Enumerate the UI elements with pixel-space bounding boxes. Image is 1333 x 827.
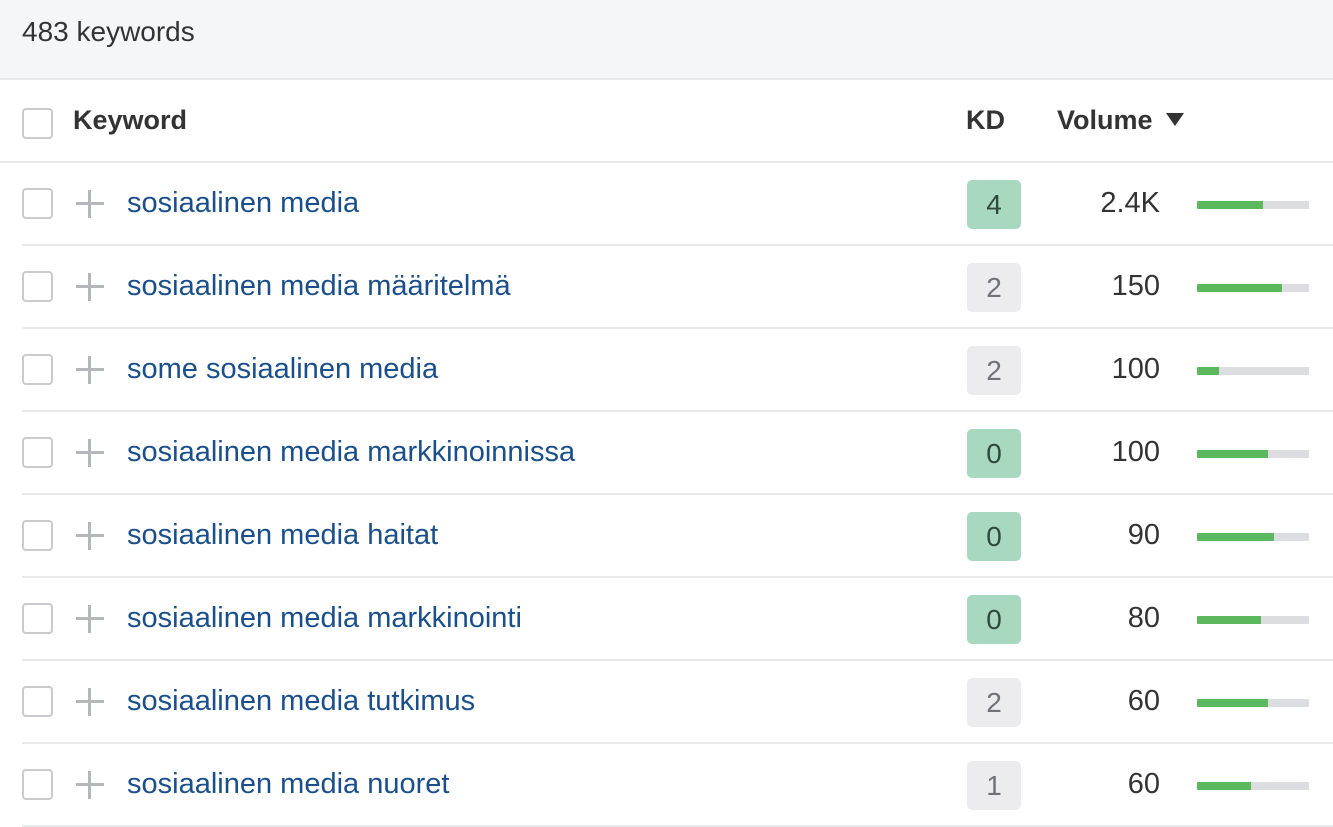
plus-icon[interactable]: [76, 439, 104, 467]
table-row: sosiaalinen media markkinoinnissa 0 100: [0, 412, 1333, 495]
volume-trend-bar: [1197, 533, 1309, 541]
keyword-link[interactable]: sosiaalinen media: [127, 187, 359, 220]
volume-trend-fill: [1197, 616, 1261, 624]
volume-value: 2.4K: [1100, 187, 1160, 219]
volume-trend-bar: [1197, 201, 1309, 209]
column-header-kd[interactable]: KD: [966, 105, 1005, 136]
keyword-count: 483 keywords: [22, 16, 195, 47]
row-checkbox[interactable]: [22, 188, 53, 219]
row-checkbox[interactable]: [22, 354, 53, 385]
volume-value: 90: [1127, 519, 1160, 551]
kd-badge: 0: [967, 595, 1021, 644]
volume-trend-bar: [1197, 450, 1309, 458]
kd-badge: 0: [967, 512, 1021, 561]
volume-value: 100: [1111, 353, 1160, 385]
volume-trend-bar: [1197, 284, 1309, 292]
keyword-link[interactable]: some sosiaalinen media: [127, 353, 438, 386]
keyword-link[interactable]: sosiaalinen media markkinoinnissa: [127, 436, 575, 469]
kd-badge: 0: [967, 429, 1021, 478]
plus-icon[interactable]: [76, 688, 104, 716]
volume-trend-bar: [1197, 367, 1309, 375]
volume-trend-fill: [1197, 533, 1275, 541]
volume-value: 100: [1111, 436, 1160, 468]
row-checkbox[interactable]: [22, 520, 53, 551]
volume-value: 60: [1127, 685, 1160, 717]
kd-badge: 2: [967, 346, 1021, 395]
select-all-checkbox[interactable]: [22, 108, 53, 139]
keyword-link[interactable]: sosiaalinen media tutkimus: [127, 685, 475, 718]
plus-icon[interactable]: [76, 771, 104, 799]
volume-trend-fill: [1197, 284, 1283, 292]
kd-badge: 2: [967, 263, 1021, 312]
keyword-link[interactable]: sosiaalinen media määritelmä: [127, 270, 511, 303]
plus-icon[interactable]: [76, 273, 104, 301]
column-header-keyword[interactable]: Keyword: [73, 105, 187, 136]
volume-value: 60: [1127, 768, 1160, 800]
kd-badge: 2: [967, 678, 1021, 727]
row-checkbox[interactable]: [22, 686, 53, 717]
volume-trend-fill: [1197, 201, 1264, 209]
summary-bar: 483 keywords: [0, 0, 1333, 80]
plus-icon[interactable]: [76, 356, 104, 384]
volume-trend-fill: [1197, 450, 1268, 458]
row-checkbox[interactable]: [22, 437, 53, 468]
row-checkbox[interactable]: [22, 769, 53, 800]
keyword-table-body: sosiaalinen media 4 2.4K sosiaalinen media …: [0, 163, 1333, 827]
column-header-volume[interactable]: Volume: [1057, 105, 1153, 136]
plus-icon[interactable]: [76, 605, 104, 633]
table-row: sosiaalinen media markkinointi 0 80: [0, 578, 1333, 661]
table-row: sosiaalinen media määritelmä 2 150: [0, 246, 1333, 329]
table-row: sosiaalinen media 4 2.4K: [0, 163, 1333, 246]
plus-icon[interactable]: [76, 190, 104, 218]
volume-trend-fill: [1197, 699, 1268, 707]
volume-value: 150: [1111, 270, 1160, 302]
plus-icon[interactable]: [76, 522, 104, 550]
keyword-link[interactable]: sosiaalinen media haitat: [127, 519, 438, 552]
table-header: Keyword KD Volume: [0, 80, 1333, 163]
volume-value: 80: [1127, 602, 1160, 634]
volume-trend-fill: [1197, 367, 1220, 375]
table-row: sosiaalinen media tutkimus 2 60: [0, 661, 1333, 744]
table-row: some sosiaalinen media 2 100: [0, 329, 1333, 412]
keyword-link[interactable]: sosiaalinen media nuoret: [127, 768, 449, 801]
table-row: sosiaalinen media haitat 0 90: [0, 495, 1333, 578]
kd-badge: 1: [967, 761, 1021, 810]
volume-trend-fill: [1197, 782, 1251, 790]
kd-badge: 4: [967, 180, 1021, 229]
keyword-link[interactable]: sosiaalinen media markkinointi: [127, 602, 522, 635]
volume-trend-bar: [1197, 616, 1309, 624]
volume-trend-bar: [1197, 782, 1309, 790]
sort-descending-icon[interactable]: [1166, 113, 1184, 126]
table-row: sosiaalinen media nuoret 1 60: [0, 744, 1333, 827]
row-checkbox[interactable]: [22, 603, 53, 634]
volume-trend-bar: [1197, 699, 1309, 707]
row-checkbox[interactable]: [22, 271, 53, 302]
